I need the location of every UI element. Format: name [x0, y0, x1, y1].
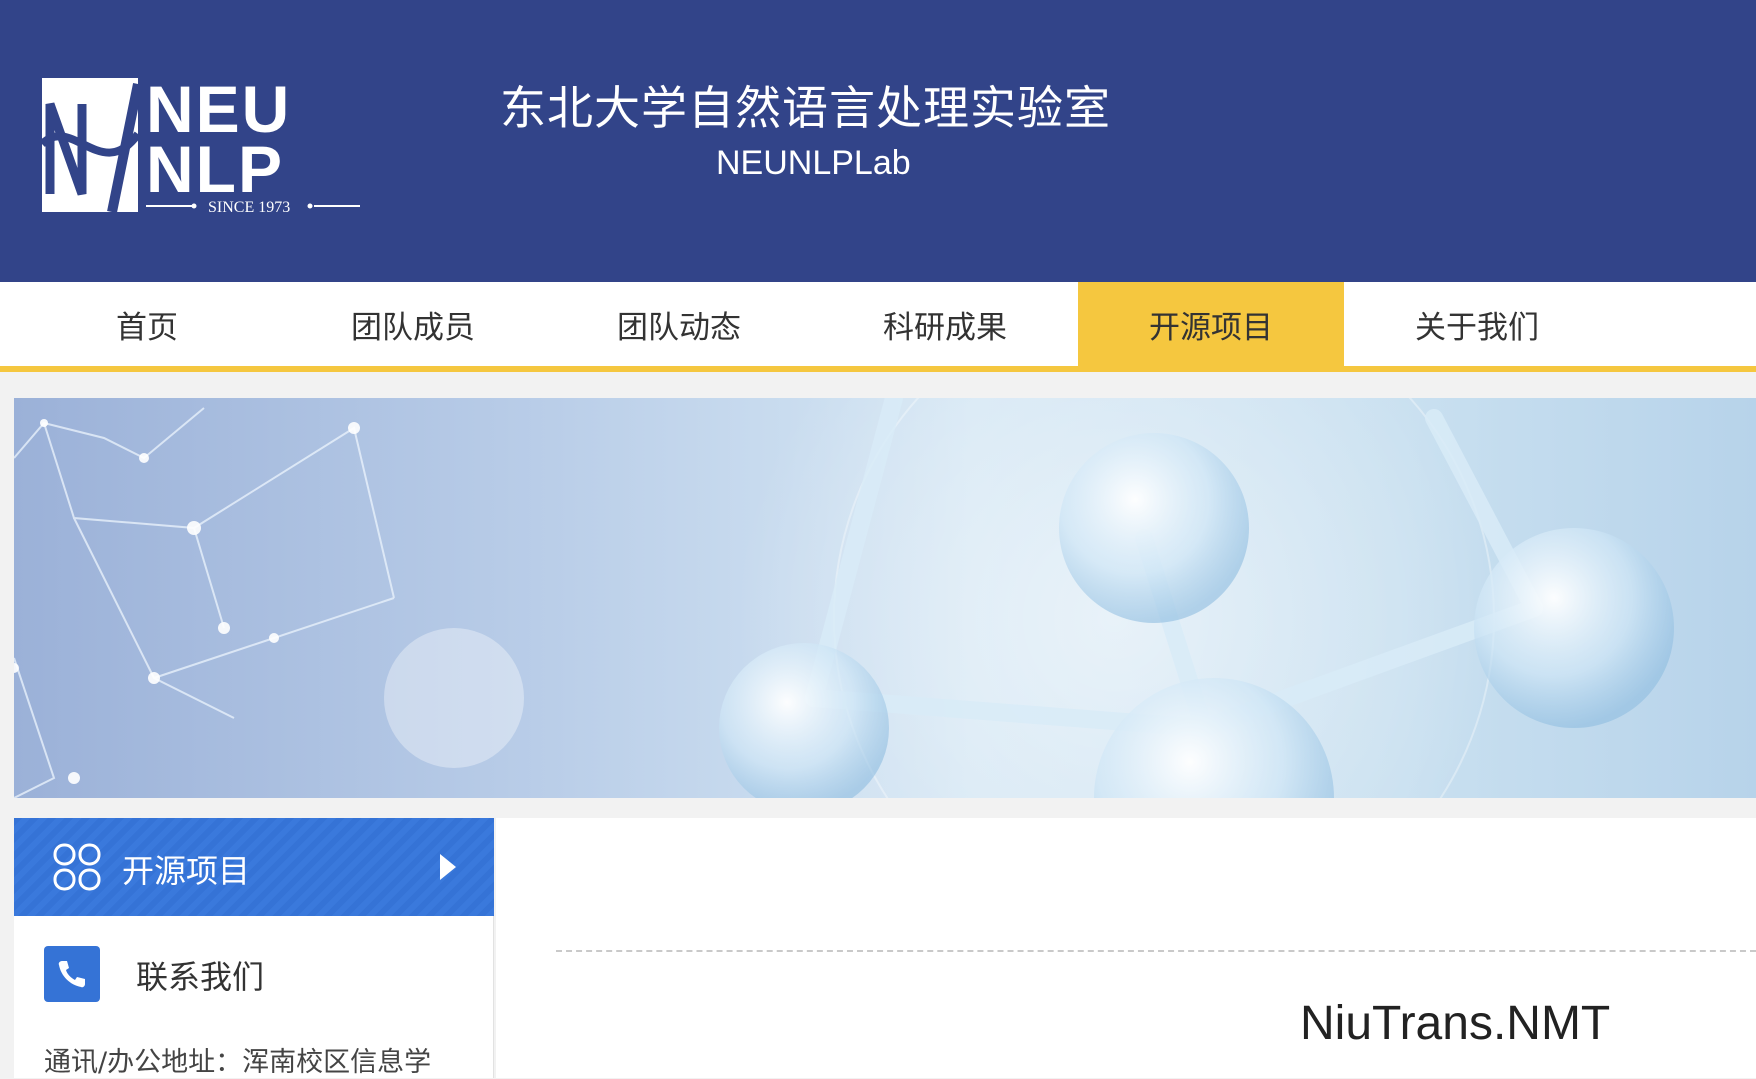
nav-item-team-members[interactable]: 团队成员	[280, 282, 546, 366]
sidebar-section-open-source[interactable]: 开源项目	[14, 818, 494, 916]
main-nav: 首页 团队成员 团队动态 科研成果 开源项目 关于我们	[0, 282, 1756, 372]
nav-item-about-us[interactable]: 关于我们	[1344, 282, 1610, 366]
grid-icon	[53, 843, 101, 891]
contact-address: 通讯/办公地址：浑南校区信息学	[44, 1047, 432, 1078]
site-title: 东北大学自然语言处理实验室	[500, 81, 1111, 135]
hero-banner	[14, 398, 1756, 798]
contact-icon-box	[44, 946, 100, 1002]
section-divider	[556, 950, 1756, 952]
logo-line2: NLP	[146, 132, 284, 206]
molecule-illustration	[14, 398, 1674, 798]
contact-us-title: 联系我们	[136, 958, 265, 996]
project-title[interactable]: NiuTrans.NMT	[1300, 996, 1610, 1051]
nav-item-home[interactable]: 首页	[14, 282, 280, 366]
site-header: NEU NLP SINCE 1973 东北大学自然语言处理实验室 NEUNLPL…	[0, 0, 1756, 282]
sidebar-section-title: 开源项目	[122, 852, 251, 890]
caret-right-icon	[440, 854, 456, 880]
main-content: NiuTrans.NMT	[496, 818, 1756, 1078]
logo-tagline: SINCE 1973	[208, 199, 290, 216]
site-subtitle: NEUNLPLab	[716, 144, 911, 182]
nav-item-research[interactable]: 科研成果	[812, 282, 1078, 366]
nav-item-open-source[interactable]: 开源项目	[1078, 282, 1344, 366]
phone-icon	[58, 961, 85, 988]
nav-item-team-news[interactable]: 团队动态	[546, 282, 812, 366]
neunlp-logo[interactable]: NEU NLP SINCE 1973	[42, 74, 404, 220]
sidebar: 开源项目 联系我们 通讯/办公地址：浑南校区信息学	[14, 818, 494, 1078]
